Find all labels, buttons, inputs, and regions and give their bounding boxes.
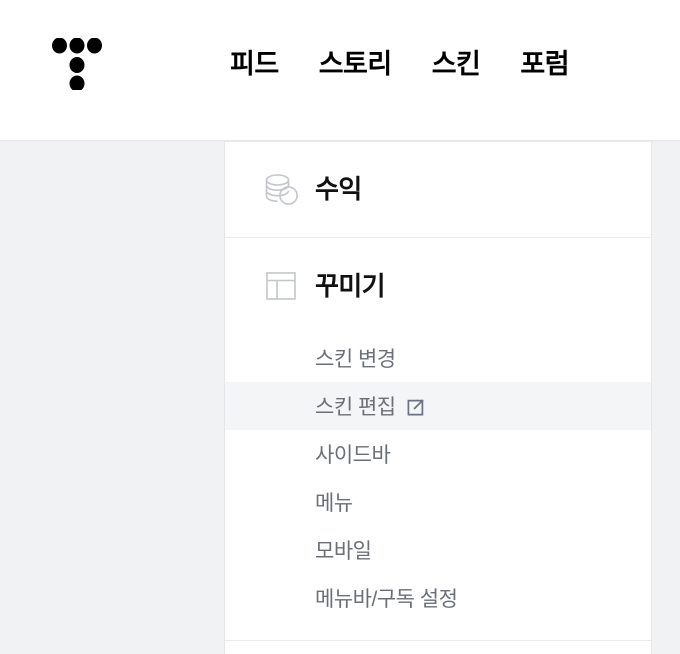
nav-skin[interactable]: 스킨 [412,40,501,88]
sidebar-item-revenue[interactable]: 수익 [225,141,651,237]
sidebar-section-title: 꾸미기 [315,271,386,301]
panel-bottom-divider [225,640,651,641]
sidebar-section-decorate: 꾸미기 스킨 변경 스킨 편집 사이드바 메뉴 모바일 메뉴바/구독 설정 [225,237,651,652]
sidebar-section-revenue: 수익 [225,141,651,237]
submenu-item-menu[interactable]: 메뉴 [225,478,651,526]
submenu-item-skin-edit[interactable]: 스킨 편집 [225,382,651,430]
nav-story[interactable]: 스토리 [299,40,412,88]
sidebar-submenu-decorate: 스킨 변경 스킨 편집 사이드바 메뉴 모바일 메뉴바/구독 설정 [225,334,651,652]
sidebar-section-title: 수익 [315,174,362,204]
sidebar-item-decorate[interactable]: 꾸미기 [225,238,651,334]
submenu-item-label: 모바일 [315,540,372,563]
global-header: 피드 스토리 스킨 포럼 [0,0,680,141]
external-link-icon [406,398,425,417]
submenu-item-label: 메뉴바/구독 설정 [315,588,458,611]
layout-template-icon [259,264,303,308]
nav-feed[interactable]: 피드 [210,40,299,88]
submenu-item-sidebar[interactable]: 사이드바 [225,430,651,478]
submenu-item-skin-change[interactable]: 스킨 변경 [225,334,651,382]
settings-sidebar-panel: 수익 꾸미기 스킨 변경 스킨 편집 사이드바 메뉴 모바일 메뉴바/구독 설정 [224,141,652,654]
submenu-item-menubar-subscribe[interactable]: 메뉴바/구독 설정 [225,574,651,622]
content-area: 수익 꾸미기 스킨 변경 스킨 편집 사이드바 메뉴 모바일 메뉴바/구독 설정 [0,141,680,654]
nav-forum[interactable]: 포럼 [500,40,589,88]
submenu-item-label: 사이드바 [315,444,391,467]
submenu-item-label: 메뉴 [315,492,353,515]
coins-icon [259,167,303,211]
app-root: 피드 스토리 스킨 포럼 수익 꾸미기 스킨 변경 스킨 편집 사이드바 메뉴 … [0,0,680,654]
global-nav: 피드 스토리 스킨 포럼 [210,40,589,88]
tistory-dots-logo[interactable] [52,37,102,92]
submenu-item-label: 스킨 변경 [315,348,396,371]
submenu-item-label: 스킨 편집 [315,396,396,419]
submenu-item-mobile[interactable]: 모바일 [225,526,651,574]
